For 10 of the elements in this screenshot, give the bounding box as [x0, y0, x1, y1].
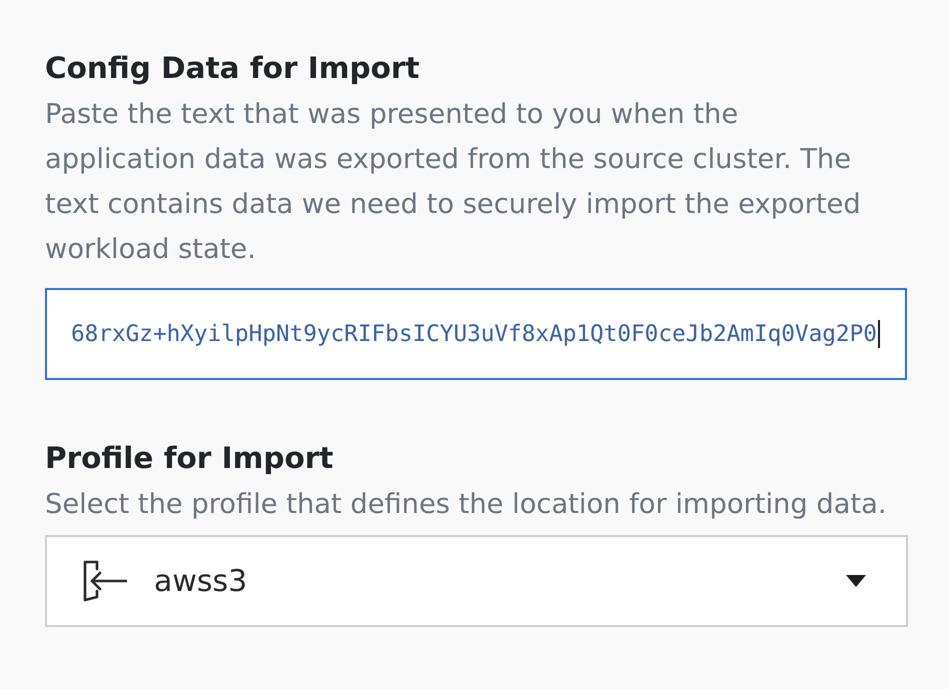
text-cursor-icon [878, 320, 880, 348]
config-data-field[interactable]: 68rxGz+hXyilpHpNt9ycRIFbsICYU3uVf8xAp1Qt0F0ceJb2AmIq0Vag2P0 [45, 288, 907, 380]
section-title: Config Data for Import [45, 50, 420, 87]
section-description: Paste the text that was presented to you when the application data was exported from the source cluster. The text contains data we need to securely import the exported workload state. [45, 98, 862, 267]
import-icon [83, 560, 127, 602]
section-description: Select the profile that defines the location for importing data. [45, 488, 888, 522]
field-value: 68rxGz+hXyilpHpNt9ycRIFbsICYU3uVf8xAp1Qt0F0ceJb2AmIq0Vag2P0 [71, 321, 877, 347]
select-value: awss3 [154, 564, 248, 598]
section-title: Profile for Import [45, 440, 334, 477]
profile-select[interactable]: awss3 [45, 535, 908, 627]
